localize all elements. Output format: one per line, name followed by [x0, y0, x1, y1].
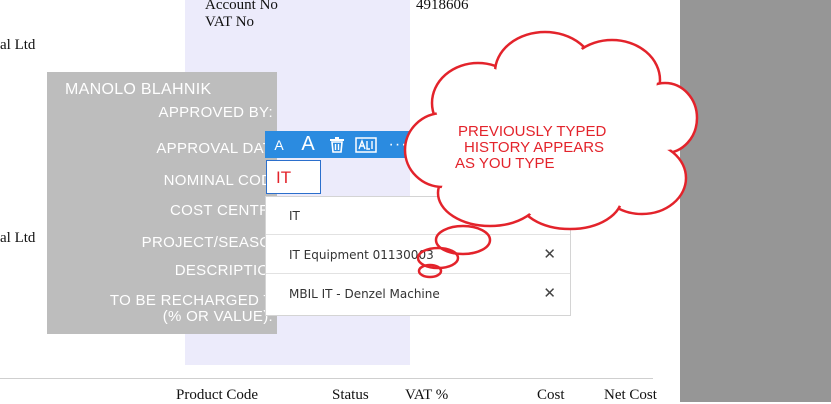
- callout-text: PREVIOUSLY TYPED HISTORY APPEARS AS YOU …: [455, 124, 670, 172]
- callout-line: HISTORY APPEARS: [464, 139, 605, 156]
- callout-line: AS YOU TYPE: [455, 155, 555, 172]
- callout-cloud: [403, 30, 699, 279]
- callout-line: PREVIOUSLY TYPED: [458, 123, 607, 140]
